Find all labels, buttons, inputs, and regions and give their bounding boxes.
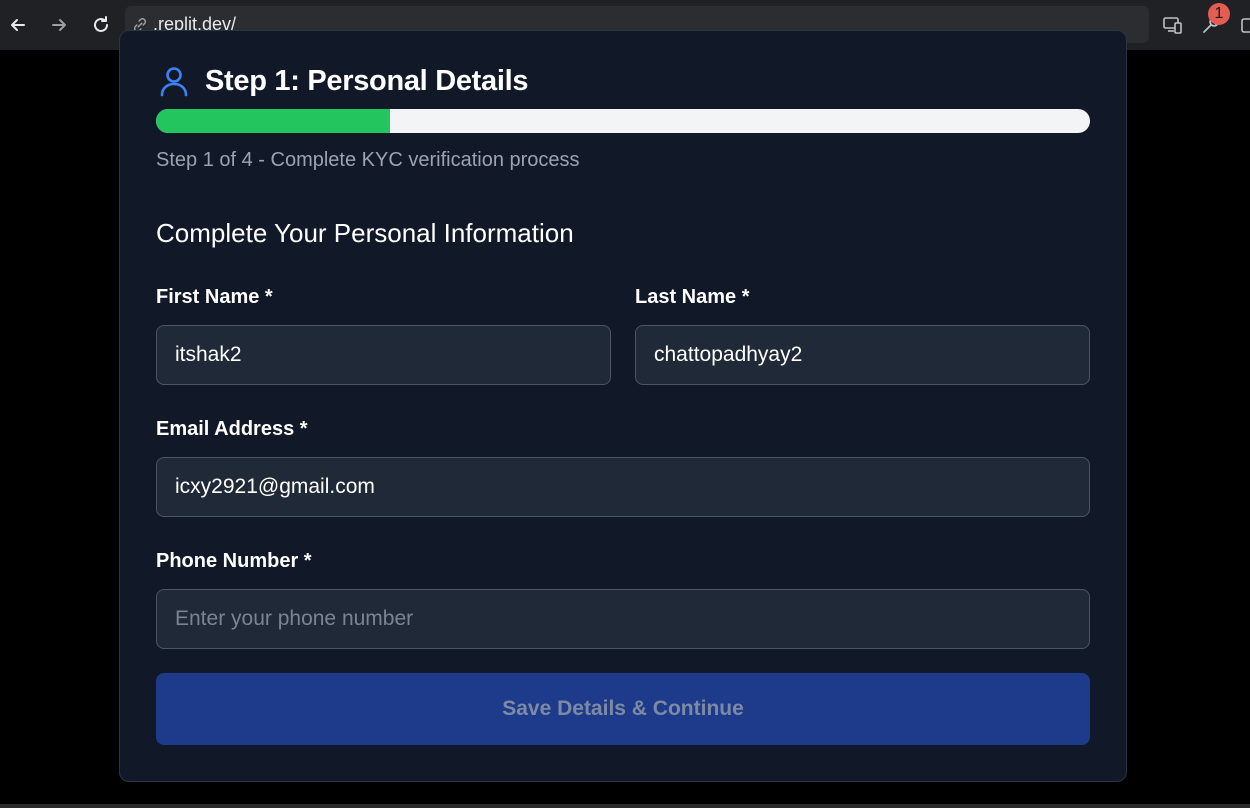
progress-fill	[156, 109, 390, 133]
first-name-field[interactable]	[156, 325, 611, 385]
open-external-button[interactable]	[1238, 12, 1250, 38]
email-field[interactable]	[156, 457, 1090, 517]
reload-button[interactable]	[86, 10, 116, 40]
bottom-divider	[0, 804, 1250, 808]
phone-field[interactable]	[156, 589, 1090, 649]
back-button[interactable]	[3, 10, 33, 40]
arrow-left-icon	[11, 19, 25, 31]
save-continue-button[interactable]: Save Details & Continue	[156, 673, 1090, 745]
reload-icon	[94, 16, 108, 32]
external-icon	[1241, 18, 1250, 33]
kyc-card	[119, 30, 1127, 782]
step-subtitle: Step 1 of 4 - Complete KYC verification …	[156, 149, 580, 171]
last-name-field[interactable]	[635, 325, 1090, 385]
step-header: Step 1: Personal Details	[157, 62, 529, 100]
form-heading: Complete Your Personal Information	[156, 218, 574, 248]
email-label: Email Address *	[156, 418, 308, 440]
devices-icon	[1163, 17, 1182, 34]
first-name-label: First Name *	[156, 286, 273, 308]
arrow-right-icon	[52, 19, 66, 31]
phone-label: Phone Number *	[156, 550, 312, 572]
progress-bar	[156, 109, 1090, 133]
user-icon	[160, 67, 188, 97]
device-toolbar-button[interactable]	[1160, 12, 1186, 38]
step-title: Step 1: Personal Details	[205, 64, 529, 97]
forward-button[interactable]	[44, 10, 74, 40]
extensions-badge: 1	[1208, 3, 1230, 25]
last-name-label: Last Name *	[635, 286, 750, 308]
